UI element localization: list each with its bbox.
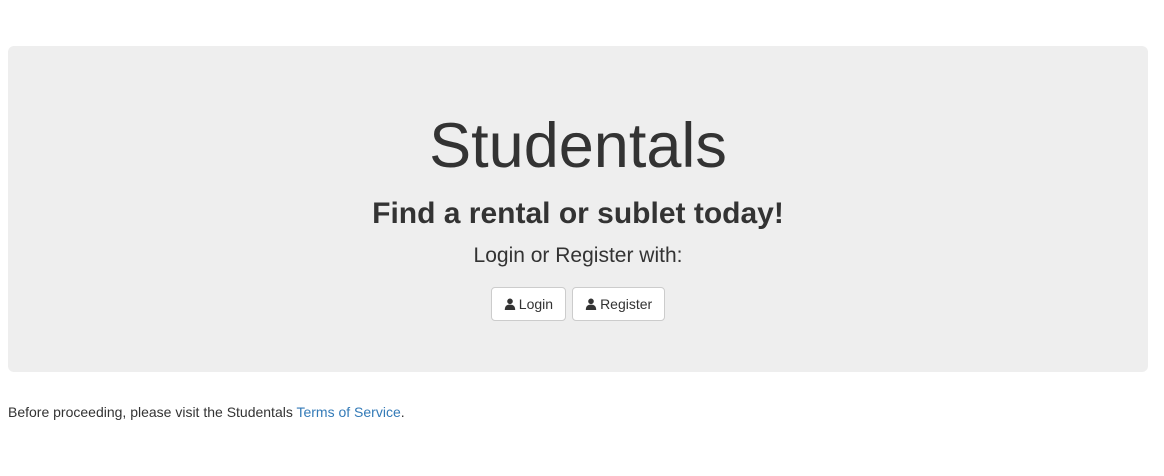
terms-notice: Before proceeding, please visit the Stud…: [8, 403, 405, 421]
login-button-label: Login: [518, 296, 554, 312]
register-button[interactable]: Register: [572, 287, 666, 321]
terms-notice-text: Before proceeding, please visit the Stud…: [8, 404, 297, 420]
auth-prompt: Login or Register with:: [473, 244, 683, 267]
auth-button-group: Login Register: [8, 287, 1148, 321]
site-title: Studentals: [429, 111, 727, 181]
register-button-label: Register: [600, 296, 653, 312]
hero-panel: Studentals Find a rental or sublet today…: [8, 46, 1148, 372]
terms-of-service-link[interactable]: Terms of Service: [296, 404, 400, 420]
login-button[interactable]: Login: [490, 287, 567, 321]
user-icon: [504, 298, 516, 310]
user-icon: [585, 298, 597, 310]
terms-notice-period: .: [400, 404, 405, 420]
tagline: Find a rental or sublet today!: [372, 197, 784, 230]
